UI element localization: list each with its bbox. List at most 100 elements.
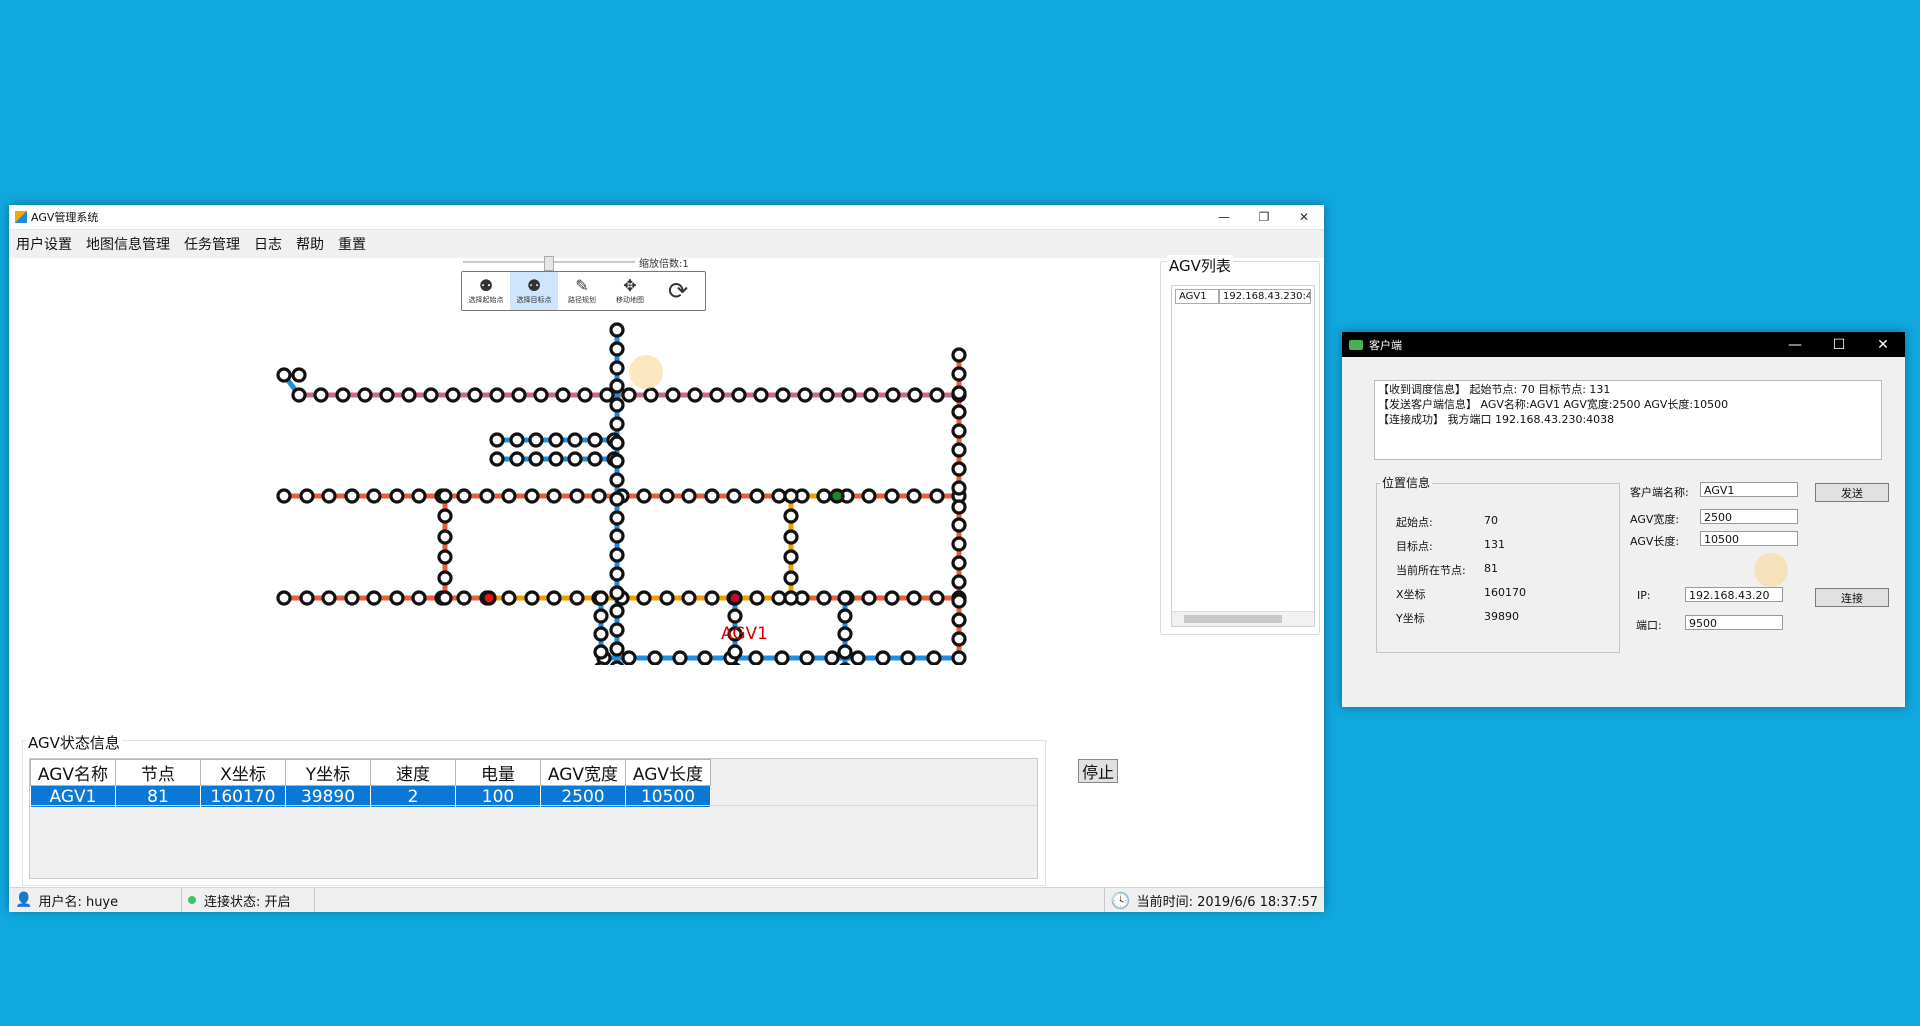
agv-list[interactable]: AGV1 192.168.43.230:4038 (1171, 285, 1315, 627)
map-node (861, 590, 877, 606)
statusbar-connection: 连接状态: 开启 (182, 888, 315, 912)
map-node (841, 387, 857, 403)
user-text: 用户名: huye (38, 894, 119, 910)
map-node (837, 608, 853, 624)
map-node (951, 404, 967, 420)
client-close-button[interactable]: ✕ (1861, 337, 1905, 353)
col-speed[interactable]: 速度 (370, 759, 456, 786)
map-node (900, 650, 916, 665)
client-minimize-button[interactable]: — (1773, 337, 1817, 353)
send-button[interactable]: 发送 (1815, 483, 1889, 502)
map-node (783, 529, 799, 545)
scroll-thumb[interactable] (1184, 615, 1282, 623)
map-node (524, 590, 540, 606)
map-node (366, 590, 382, 606)
agv-width-input[interactable]: 2500 (1700, 509, 1798, 524)
map-node (357, 387, 373, 403)
map-node (299, 590, 315, 606)
map-node (569, 590, 585, 606)
client-maximize-button[interactable]: ☐ (1817, 337, 1861, 353)
map-node (366, 488, 382, 504)
agv-marker-label: AGV1 (721, 624, 768, 644)
map-node (636, 590, 652, 606)
map-node (509, 451, 525, 467)
connection-text: 连接状态: 开启 (204, 894, 291, 910)
col-agv-length[interactable]: AGV长度 (625, 759, 711, 786)
map-node (489, 432, 505, 448)
agv-length-input[interactable]: 10500 (1700, 531, 1798, 546)
minimize-button[interactable]: — (1204, 210, 1244, 224)
map-node (411, 590, 427, 606)
menu-map-info[interactable]: 地图信息管理 (79, 234, 177, 254)
map-node (481, 590, 497, 606)
map-node (389, 590, 405, 606)
position-info-title: 位置信息 (1380, 474, 1433, 491)
map-node (774, 650, 790, 665)
map-node (489, 387, 505, 403)
col-y[interactable]: Y坐标 (285, 759, 371, 786)
map-node (423, 387, 439, 403)
agv-list-row[interactable]: AGV1 192.168.43.230:4038 (1175, 289, 1311, 304)
col-agv-width[interactable]: AGV宽度 (540, 759, 626, 786)
map-node (567, 451, 583, 467)
map-node (951, 499, 967, 515)
client-name-input[interactable]: AGV1 (1700, 482, 1798, 497)
log-line: 【发送客户端信息】 AGV名称:AGV1 AGV宽度:2500 AGV长度:10… (1378, 398, 1729, 411)
stop-button[interactable]: 停止 (1078, 759, 1118, 783)
ip-input[interactable]: 192.168.43.20 (1685, 587, 1783, 602)
pos-value-y: 39890 (1484, 610, 1519, 623)
main-titlebar: AGV管理系统 — ❐ ✕ (9, 205, 1324, 230)
map-node (659, 590, 675, 606)
client-log[interactable]: 【收到调度信息】 起始节点: 70 目标节点: 131 【发送客户端信息】 AG… (1374, 380, 1882, 460)
map-node (593, 590, 609, 606)
map-node (951, 631, 967, 647)
menu-help[interactable]: 帮助 (289, 234, 331, 254)
map-node (609, 585, 625, 601)
map-node (610, 660, 624, 665)
menu-log[interactable]: 日志 (247, 234, 289, 254)
close-button[interactable]: ✕ (1284, 210, 1324, 224)
col-battery[interactable]: 电量 (455, 759, 541, 786)
menubar: 用户设置 地图信息管理 任务管理 日志 帮助 重置 (9, 230, 1324, 258)
agv-list-hscrollbar[interactable] (1172, 611, 1314, 626)
map-node (621, 650, 637, 665)
map-node (951, 517, 967, 533)
col-x[interactable]: X坐标 (200, 759, 286, 786)
map-node (609, 510, 625, 526)
map-node (609, 566, 625, 582)
menu-task-management[interactable]: 任务管理 (177, 234, 247, 254)
map-node (783, 488, 799, 504)
menu-user-settings[interactable]: 用户设置 (9, 234, 79, 254)
port-input[interactable]: 9500 (1685, 615, 1783, 630)
map-node (577, 387, 593, 403)
map-node (748, 650, 764, 665)
pos-value-current: 81 (1484, 562, 1498, 575)
client-name-label: 客户端名称: (1630, 486, 1689, 499)
connect-button[interactable]: 连接 (1815, 588, 1889, 607)
map-node (501, 488, 517, 504)
map-node (567, 432, 583, 448)
map-node (501, 590, 517, 606)
map-node (609, 472, 625, 488)
map-node (437, 488, 453, 504)
user-icon: 👤 (15, 892, 33, 908)
agv-map[interactable]: AGV1 (9, 265, 1149, 665)
map-node (906, 590, 922, 606)
map-node (875, 650, 891, 665)
map-node (929, 387, 945, 403)
map-node (528, 432, 544, 448)
map-node (609, 322, 625, 338)
restore-button[interactable]: ❐ (1244, 210, 1284, 224)
table-header-row: AGV名称 节点 X坐标 Y坐标 速度 电量 AGV宽度 AGV长度 (30, 759, 711, 786)
map-node (609, 528, 625, 544)
map-node (929, 488, 945, 504)
agv-status-table[interactable]: AGV名称 节点 X坐标 Y坐标 速度 电量 AGV宽度 AGV长度 AGV1 … (29, 758, 1038, 879)
col-node[interactable]: 节点 (115, 759, 201, 786)
menu-reset[interactable]: 重置 (331, 234, 373, 254)
map-node (863, 387, 879, 403)
map-node (593, 644, 609, 660)
col-agv-name[interactable]: AGV名称 (30, 759, 116, 786)
map-node (727, 590, 743, 606)
map-node (816, 488, 832, 504)
map-node (783, 590, 799, 606)
